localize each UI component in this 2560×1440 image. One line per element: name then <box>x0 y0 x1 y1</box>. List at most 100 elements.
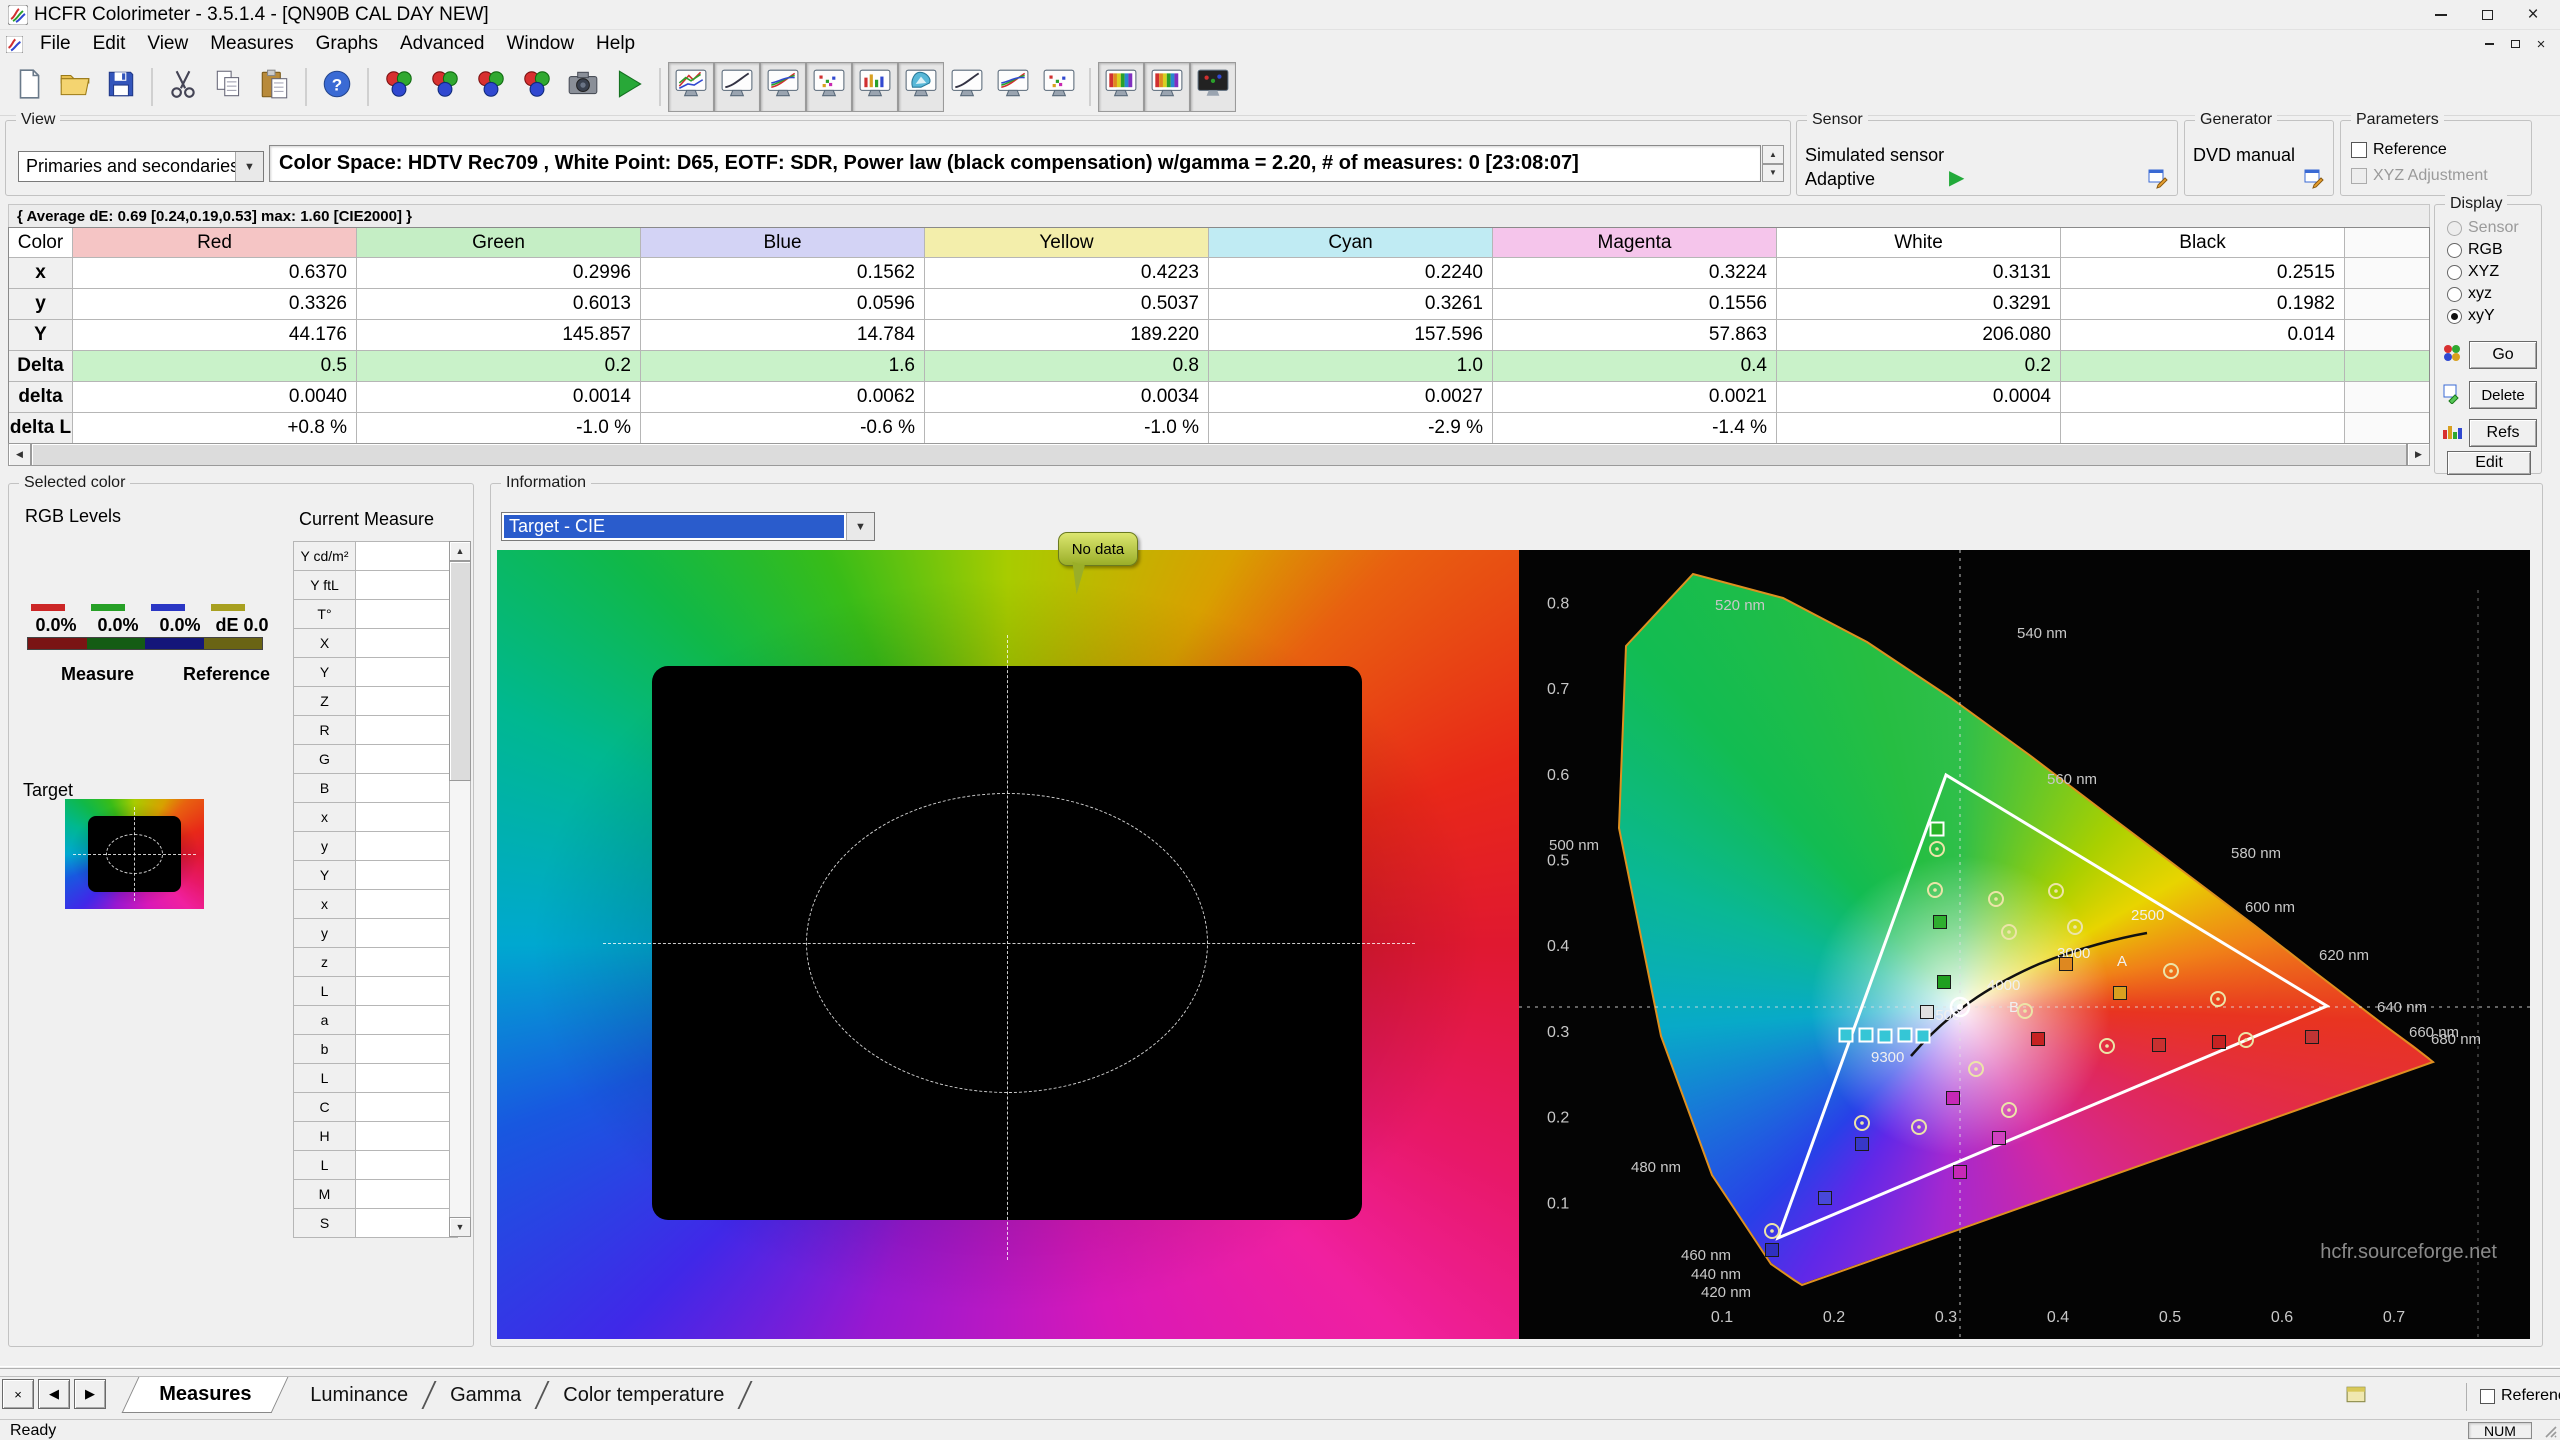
mdi-minimize-button[interactable] <box>2476 33 2502 55</box>
spinner-up-button[interactable]: ▲ <box>1762 145 1784 164</box>
view-cie-button[interactable] <box>898 61 944 112</box>
sensor-start-icon[interactable]: ▶ <box>1949 165 1964 190</box>
cell-delta-xy-black <box>2061 382 2345 413</box>
view-colortemp-button[interactable] <box>944 62 990 112</box>
col-header-yellow[interactable]: Yellow <box>925 228 1209 258</box>
view-satshift-button[interactable] <box>1036 62 1082 112</box>
mdi-close-button[interactable]: × <box>2528 33 2554 55</box>
tab-color-temperature[interactable]: Color temperature <box>543 1377 744 1413</box>
chevron-down-icon[interactable]: ▼ <box>846 513 874 540</box>
radio-xyz[interactable] <box>2447 286 2462 302</box>
menu-edit[interactable]: Edit <box>82 30 137 58</box>
temperature-label-9300: 9300 <box>1871 1049 1904 1066</box>
tab-close-button[interactable]: × <box>2 1379 34 1409</box>
cell-x-black: 0.2515 <box>2061 258 2345 289</box>
view-luminance2-button[interactable] <box>990 62 1036 112</box>
radio-rgb[interactable] <box>2447 242 2462 258</box>
view-nearblack-button[interactable] <box>806 61 852 112</box>
cm-row: Z <box>294 687 458 716</box>
hscroll-thumb[interactable] <box>31 443 2407 466</box>
view-luminance-button[interactable] <box>714 61 760 112</box>
generator-settings-button[interactable] <box>422 62 468 112</box>
tab-prev-button[interactable]: ◀ <box>38 1379 70 1409</box>
go-button[interactable]: Go <box>2469 341 2537 369</box>
tab-reference-checkbox[interactable] <box>2480 1388 2495 1404</box>
tab-luminance[interactable]: Luminance <box>290 1377 428 1413</box>
view-rgb-histo-button[interactable] <box>668 61 714 112</box>
toolbar: ? <box>0 58 2560 116</box>
information-dropdown[interactable]: Target - CIE ▼ <box>501 512 875 541</box>
snapshot-button[interactable] <box>560 62 606 112</box>
view-gamut-button[interactable] <box>1144 61 1190 112</box>
grid-icon[interactable] <box>2346 1385 2366 1411</box>
sensor-config-icon[interactable] <box>2147 167 2169 195</box>
delete-button[interactable]: Delete <box>2469 381 2537 409</box>
col-header-blue[interactable]: Blue <box>641 228 925 258</box>
col-header-red[interactable]: Red <box>73 228 357 258</box>
spinner-down-button[interactable]: ▼ <box>1762 163 1784 182</box>
minimize-button[interactable] <box>2418 0 2464 29</box>
col-header-green[interactable]: Green <box>357 228 641 258</box>
view-nearwhite-button[interactable] <box>852 61 898 112</box>
resize-grip[interactable] <box>2544 1425 2558 1439</box>
col-header-magenta[interactable]: Magenta <box>1493 228 1777 258</box>
wavelength-label-540-nm: 540 nm <box>2017 625 2067 642</box>
tab-measures[interactable]: Measures <box>121 1377 289 1413</box>
mdi-restore-button[interactable] <box>2502 33 2528 55</box>
radio-xyz[interactable] <box>2447 264 2462 280</box>
close-button[interactable]: × <box>2510 0 2556 29</box>
generator-settings-icon <box>428 67 462 107</box>
tab-gamma[interactable]: Gamma <box>430 1377 541 1413</box>
save-icon <box>104 67 138 107</box>
cm-row-label-3: X <box>294 629 356 658</box>
measure-options-button[interactable] <box>514 62 560 112</box>
maximize-button[interactable] <box>2464 0 2510 29</box>
average-de-summary: { Average dE: 0.69 [0.24,0.19,0.53] max:… <box>8 204 2430 227</box>
copy-button[interactable] <box>206 62 252 112</box>
chevron-down-icon[interactable]: ▼ <box>235 152 263 181</box>
cell-delta-e-black <box>2061 351 2345 382</box>
col-header-white[interactable]: White <box>1777 228 2061 258</box>
radio-xyy[interactable] <box>2447 308 2462 324</box>
scroll-right-button[interactable]: ▶ <box>2407 443 2430 466</box>
view-free-measures-button[interactable] <box>1190 61 1236 112</box>
scroll-left-button[interactable]: ◀ <box>8 443 31 466</box>
menu-graphs[interactable]: Graphs <box>305 30 389 58</box>
row-label-delta-l: delta L <box>9 413 73 444</box>
generator-config-icon[interactable] <box>2303 167 2325 195</box>
view-mode-dropdown[interactable]: Primaries and secondaries ▼ <box>18 151 264 182</box>
open-file-button[interactable] <box>52 62 98 112</box>
menu-view[interactable]: View <box>136 30 199 58</box>
new-file-button[interactable] <box>6 62 52 112</box>
cm-scroll-up-button[interactable]: ▲ <box>449 541 471 561</box>
cm-row-value-6 <box>356 716 458 745</box>
menu-file[interactable]: File <box>29 30 82 58</box>
cell-y-blue: 14.784 <box>641 320 925 351</box>
continuous-measures-button[interactable] <box>606 62 652 112</box>
sensor-settings-button[interactable] <box>376 62 422 112</box>
paste-button[interactable] <box>252 62 298 112</box>
cut-button[interactable] <box>160 62 206 112</box>
reference-checkbox[interactable] <box>2351 142 2367 158</box>
color-reference-button[interactable] <box>468 62 514 112</box>
menu-measures[interactable]: Measures <box>199 30 304 58</box>
tab-next-button[interactable]: ▶ <box>74 1379 106 1409</box>
cm-row-label-10: y <box>294 832 356 861</box>
col-header-black[interactable]: Black <box>2061 228 2345 258</box>
menu-window[interactable]: Window <box>495 30 585 58</box>
cm-scroll-down-button[interactable]: ▼ <box>449 1217 471 1237</box>
refs-button[interactable]: Refs <box>2469 419 2537 447</box>
view-spectrum-button[interactable] <box>1098 61 1144 112</box>
save-button[interactable] <box>98 62 144 112</box>
edit-button[interactable]: Edit <box>2447 451 2531 475</box>
menu-advanced[interactable]: Advanced <box>389 30 496 58</box>
col-header-cyan[interactable]: Cyan <box>1209 228 1493 258</box>
cell-delta-l-black <box>2061 413 2345 444</box>
cell-delta-l-blue: -0.6 % <box>641 413 925 444</box>
cell-delta-e-blue: 1.6 <box>641 351 925 382</box>
splitter[interactable] <box>0 1366 2560 1369</box>
cm-scroll-thumb[interactable] <box>449 561 471 781</box>
view-gamma-button[interactable] <box>760 61 806 112</box>
menu-help[interactable]: Help <box>585 30 646 58</box>
help-button[interactable]: ? <box>314 62 360 112</box>
